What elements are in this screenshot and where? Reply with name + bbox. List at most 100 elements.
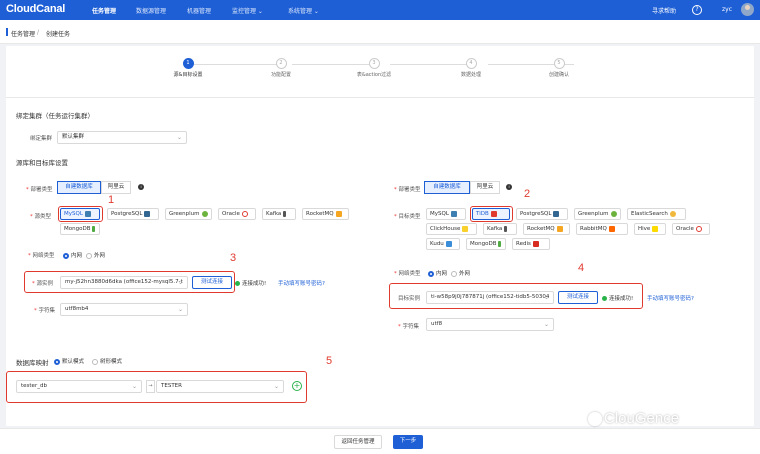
target-charset-label: * 字符集 (398, 324, 420, 330)
app-logo[interactable]: CloudCanal (6, 3, 65, 15)
source-deploy-selfhosted[interactable]: 自建数据库 (57, 181, 101, 194)
source-manual-credentials-link[interactable]: 手动填写账号密码? (278, 279, 325, 287)
clickhouse-icon (462, 225, 469, 232)
target-charset-select[interactable]: utf8 ⌄ (426, 318, 554, 331)
radio-dot (86, 252, 92, 259)
breadcrumb-accent (6, 28, 8, 36)
chevron-down-icon: ⌄ (176, 134, 182, 141)
info-icon[interactable]: i (138, 184, 144, 190)
target-type-mongodb[interactable]: MongoDB (466, 238, 506, 250)
annotation-box-2 (470, 206, 513, 222)
target-type-kafka[interactable]: Kafka (483, 223, 517, 235)
oracle-icon (695, 225, 702, 232)
redis-icon (532, 240, 539, 247)
back-to-tasks-button[interactable]: 返回任务管理 (334, 435, 382, 449)
source-connection-status: 连接成功! (235, 279, 266, 287)
nav-task-management[interactable]: 任务管理 (92, 6, 116, 15)
source-deploy-aliyun[interactable]: 阿里云 (101, 181, 131, 194)
db-mapping-label: 数据库映射 (16, 359, 49, 367)
radio-dot (451, 270, 457, 277)
source-type-oracle[interactable]: Oracle (218, 208, 256, 220)
source-net-internet[interactable]: 外网 (86, 251, 105, 259)
step-2: 2 功能配置 (261, 58, 301, 78)
help-link[interactable]: 寻求帮助 (652, 6, 676, 15)
source-type-rocketmq[interactable]: RocketMQ (302, 208, 349, 220)
annotation-number-3: 3 (230, 252, 237, 264)
radio-dot (92, 358, 98, 365)
greenplum-icon (201, 210, 208, 217)
annotation-box-1 (58, 206, 103, 222)
source-target-title: 源库和目标库设置 (16, 159, 68, 167)
step-3: 3 表&action过滤 (349, 58, 399, 78)
step-4: 4 数据处理 (451, 58, 491, 78)
step-1: 1 源&目标设置 (168, 58, 208, 78)
source-type-postgresql[interactable]: PostgreSQL (107, 208, 159, 220)
breadcrumb-task-management[interactable]: 任务管理 (11, 29, 35, 38)
footer-bar: 返回任务管理 下一步 (0, 428, 760, 454)
nav-system-management[interactable]: 系统管理 ⌄ (288, 6, 319, 15)
breadcrumb-create-task: 创建任务 (46, 31, 71, 38)
annotation-box-4 (389, 283, 643, 309)
source-type-kafka[interactable]: Kafka (262, 208, 296, 220)
target-type-mysql[interactable]: MySQL (426, 208, 466, 220)
main-panel: 1 源&目标设置 2 功能配置 3 表&action过滤 4 数据处理 5 创建… (6, 46, 754, 426)
nav-monitor-management[interactable]: 监控管理 ⌄ (232, 6, 263, 15)
target-net-internet[interactable]: 外网 (451, 269, 470, 277)
target-net-intranet[interactable]: 内网 (428, 269, 447, 277)
kudu-icon (445, 240, 452, 247)
annotation-number-5: 5 (326, 355, 333, 367)
step-label: 创建确认 (548, 72, 569, 78)
annotation-box-3 (24, 271, 235, 293)
source-deploy-label: * 部署类型 (26, 187, 53, 193)
target-type-rabbitmq[interactable]: RabbitMQ (576, 223, 628, 235)
target-type-greenplum[interactable]: Greenplum (574, 208, 621, 220)
hive-icon (652, 225, 659, 232)
step-number: 3 (368, 58, 380, 69)
help-icon[interactable]: ? (692, 5, 702, 15)
source-type-mongodb[interactable]: MongoDB (60, 223, 100, 235)
source-type-greenplum[interactable]: Greenplum (165, 208, 212, 220)
mapping-default-mode[interactable]: 默认模式 (54, 357, 84, 365)
breadcrumb: 任务管理 / 创建任务 (0, 20, 760, 44)
step-label: 表&action过滤 (356, 72, 392, 78)
step-number: 4 (465, 58, 477, 69)
target-type-hive[interactable]: Hive (634, 223, 666, 235)
avatar[interactable] (741, 3, 754, 16)
info-icon[interactable]: i (506, 184, 512, 190)
target-deploy-selfhosted[interactable]: 自建数据库 (424, 181, 470, 194)
annotation-box-5 (6, 371, 307, 403)
nav-machine-management[interactable]: 机器管理 (187, 6, 211, 15)
target-type-oracle[interactable]: Oracle (672, 223, 710, 235)
source-charset-label: * 字符集 (34, 308, 56, 314)
radio-dot (428, 270, 434, 277)
top-nav: CloudCanal 任务管理 数据源管理 机器管理 监控管理 ⌄ 系统管理 ⌄… (0, 0, 760, 20)
target-type-kudu[interactable]: Kudu (426, 238, 460, 250)
source-charset-select[interactable]: utf8mb4 ⌄ (60, 303, 188, 316)
annotation-number-1: 1 (108, 194, 115, 206)
check-circle-icon (235, 281, 240, 286)
user-name[interactable]: zyc (722, 6, 732, 13)
target-net-label: * 网络类型 (394, 271, 421, 277)
source-net-intranet[interactable]: 内网 (63, 251, 82, 259)
target-type-rocketmq[interactable]: RocketMQ (523, 223, 570, 235)
target-type-redis[interactable]: Redis (512, 238, 550, 250)
source-type-label: * 源类型 (30, 214, 52, 220)
mapping-tree-mode[interactable]: 树形模式 (92, 357, 122, 365)
next-step-button[interactable]: 下一步 (393, 435, 423, 449)
target-type-postgresql[interactable]: PostgreSQL (516, 208, 568, 220)
watermark-text: ClouGence (604, 410, 680, 427)
annotation-number-2: 2 (524, 188, 531, 200)
breadcrumb-separator: / (37, 29, 40, 36)
annotation-number-4: 4 (578, 262, 585, 274)
step-number: 2 (275, 58, 287, 69)
target-type-clickhouse[interactable]: ClickHouse (426, 223, 477, 235)
target-manual-credentials-link[interactable]: 手动填写账号密码? (647, 294, 694, 302)
cluster-section-title: 绑定集群（任务运行集群） (16, 112, 94, 120)
cluster-select[interactable]: 默认集群 ⌄ (57, 131, 187, 144)
target-deploy-aliyun[interactable]: 阿里云 (470, 181, 500, 194)
nav-datasource-management[interactable]: 数据源管理 (136, 6, 166, 15)
source-net-label: * 网络类型 (28, 253, 55, 259)
target-type-elasticsearch[interactable]: ElasticSearch (627, 208, 686, 220)
mongodb-icon (498, 240, 502, 247)
kafka-icon (504, 225, 508, 232)
